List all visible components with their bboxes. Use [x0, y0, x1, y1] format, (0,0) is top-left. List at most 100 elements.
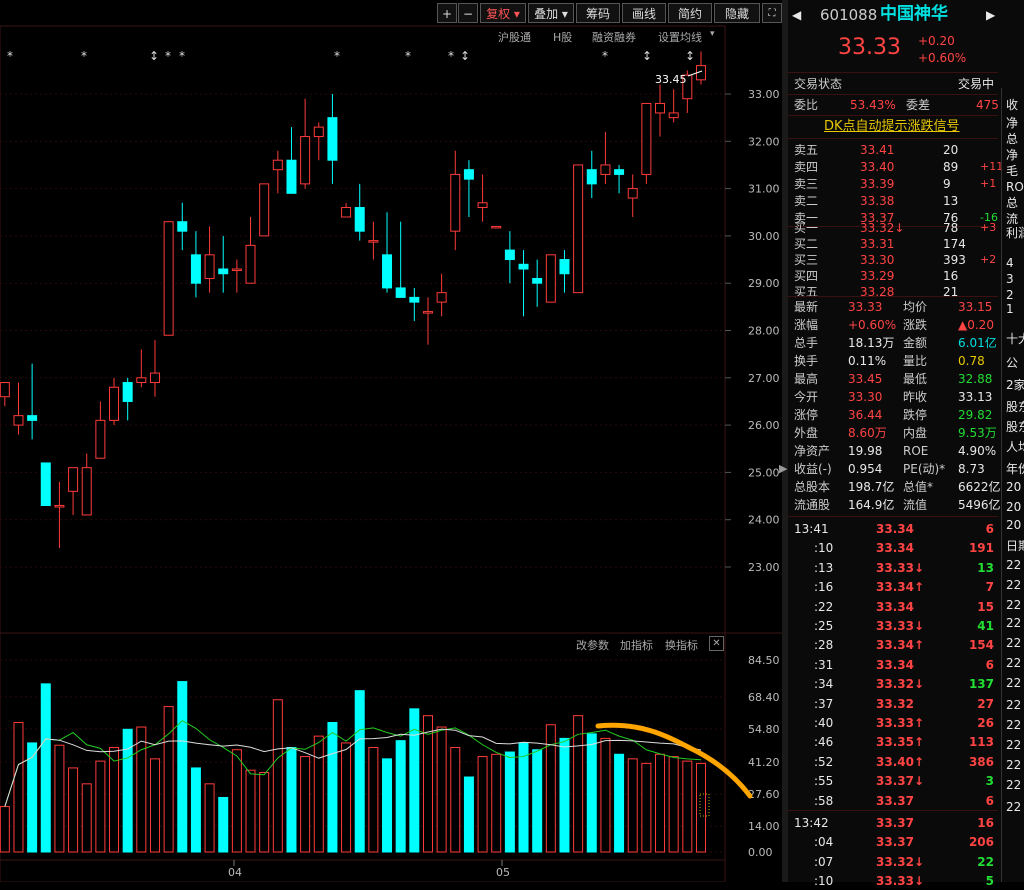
subbar-rongzi[interactable]: 融资融券: [592, 29, 636, 45]
change-params-button[interactable]: 改参数: [576, 637, 609, 653]
dk-signal-link[interactable]: DK点自动提示涨跌信号: [824, 118, 960, 136]
event-marker: *: [179, 49, 185, 63]
stat-value: 33.13: [958, 390, 993, 404]
candle-body: [436, 292, 447, 303]
volume-bar: [204, 783, 215, 853]
x-tick-label: 05: [496, 866, 510, 879]
bid-delta: +2: [980, 253, 997, 266]
stat-value: +0.60%: [848, 318, 897, 332]
diejia-button[interactable]: 叠加 ▾: [528, 3, 574, 23]
tick-volume: 41: [977, 619, 994, 633]
subbar-hugutong[interactable]: 沪股通: [498, 29, 531, 45]
tick-volume: 5: [985, 874, 994, 889]
volume-bar: [368, 746, 379, 853]
stat-label: 涨幅: [794, 318, 819, 332]
volume-tick-label: 41.20: [748, 756, 780, 769]
ask-price: 33.38: [860, 194, 895, 208]
price-tick-label: 25.00: [748, 466, 780, 479]
fuquan-label: 复权: [486, 7, 511, 21]
side-clip-text: 20: [1006, 480, 1022, 494]
tick-price: 33.35↑: [876, 735, 925, 750]
x-tick-label: 04: [228, 866, 242, 879]
tick-time: :07: [814, 854, 834, 869]
weicha-label: 委差: [906, 98, 931, 112]
fullscreen-icon[interactable]: ⛶: [762, 3, 782, 23]
side-clip-text: 股东: [1006, 400, 1024, 414]
ask-label: 卖五: [794, 143, 819, 157]
zoom-out-button[interactable]: −: [458, 3, 478, 23]
candle-body: [95, 419, 106, 459]
tick-time: :10: [814, 874, 834, 889]
tick-price: 33.34: [876, 657, 914, 672]
volume-bar: [136, 726, 147, 853]
chouma-button[interactable]: 筹码: [576, 3, 620, 23]
stat-label: PE(动)*: [903, 462, 946, 476]
volume-bar: [382, 758, 393, 853]
stat-label: 金额: [903, 336, 928, 350]
tick-time: :46: [814, 735, 834, 750]
subbar-hgu[interactable]: H股: [553, 29, 572, 45]
tick-time: 13:42: [794, 816, 829, 830]
tick-price: 33.32: [876, 696, 914, 711]
stat-value: 33.30: [848, 390, 883, 404]
stat-label: 净资产: [794, 444, 831, 458]
tick-time: :04: [814, 835, 834, 850]
volume-bar: [259, 771, 270, 853]
next-stock-icon[interactable]: ▶: [986, 6, 995, 24]
tick-time: :13: [814, 560, 834, 575]
candle-body: [286, 159, 297, 194]
ask-volume: 20: [943, 143, 959, 157]
tick-price: 33.33↓: [876, 619, 925, 633]
add-indicator-button[interactable]: 加指标: [620, 637, 653, 653]
candle-body: [655, 102, 666, 114]
stat-value: 0.11%: [848, 354, 887, 368]
fuquan-button[interactable]: 复权 ▾: [480, 3, 526, 23]
switch-indicator-button[interactable]: 换指标: [665, 637, 698, 653]
weibi-value: 53.43%: [850, 98, 896, 112]
volume-bar: [641, 762, 652, 853]
jianyue-button[interactable]: 简约: [668, 3, 712, 23]
candle-body: [614, 169, 625, 175]
price-tick-label: 24.00: [748, 514, 780, 527]
ask-delta: +1: [980, 177, 997, 190]
chevron-down-icon[interactable]: ▾: [710, 29, 715, 39]
candle-body: [109, 386, 120, 421]
tick-price: 33.34↑: [876, 638, 925, 653]
tick-volume: 206: [968, 835, 994, 850]
candle-body: [450, 173, 461, 232]
huaxian-button[interactable]: 画线: [622, 3, 666, 23]
candle-body: [54, 505, 65, 508]
candle-body: [40, 462, 51, 507]
prev-stock-icon[interactable]: ◀: [792, 6, 801, 24]
stock-name: 中国神华: [880, 4, 948, 24]
tick-time: :10: [814, 541, 834, 556]
candle-body: [627, 188, 638, 199]
kline-chart[interactable]: 33.00 32.00 31.00 30.00 29.00 28.00 27.00 26.00…: [0, 0, 783, 882]
side-clip-text: 22: [1006, 698, 1022, 712]
stat-value: 6622亿: [958, 480, 1001, 494]
volume-bar: [81, 783, 92, 853]
tick-price: 33.32↓: [876, 854, 925, 869]
side-clip-text: 22: [1006, 578, 1022, 592]
stat-value: 164.9亿: [848, 498, 895, 512]
high-price-annotation: 33.45: [655, 73, 687, 86]
yincang-button[interactable]: 隐藏: [714, 3, 760, 23]
volume-bar: [231, 749, 242, 853]
stat-value: 32.88: [958, 372, 993, 386]
candle-body: [272, 159, 283, 171]
candle-body: [573, 164, 584, 294]
stat-label: 跌停: [903, 408, 928, 422]
event-marker: *: [7, 49, 13, 63]
stat-label: 昨收: [903, 390, 928, 404]
chevron-down-icon: ▾: [561, 7, 568, 21]
kline-chart-pane[interactable]: 33.00 32.00 31.00 30.00 29.00 28.00 27.00 26.00…: [0, 0, 783, 882]
tick-price: 33.33↑: [876, 716, 925, 730]
candle-body: [81, 467, 92, 516]
close-icon[interactable]: ✕: [709, 636, 724, 651]
stat-value: 6.01亿: [958, 336, 997, 350]
volume-bar: [655, 753, 666, 853]
zoom-in-button[interactable]: +: [437, 3, 457, 23]
subbar-junxian[interactable]: 设置均线: [658, 29, 702, 45]
stat-value: 9.53万: [958, 426, 997, 440]
stat-label: 内盘: [903, 426, 928, 440]
